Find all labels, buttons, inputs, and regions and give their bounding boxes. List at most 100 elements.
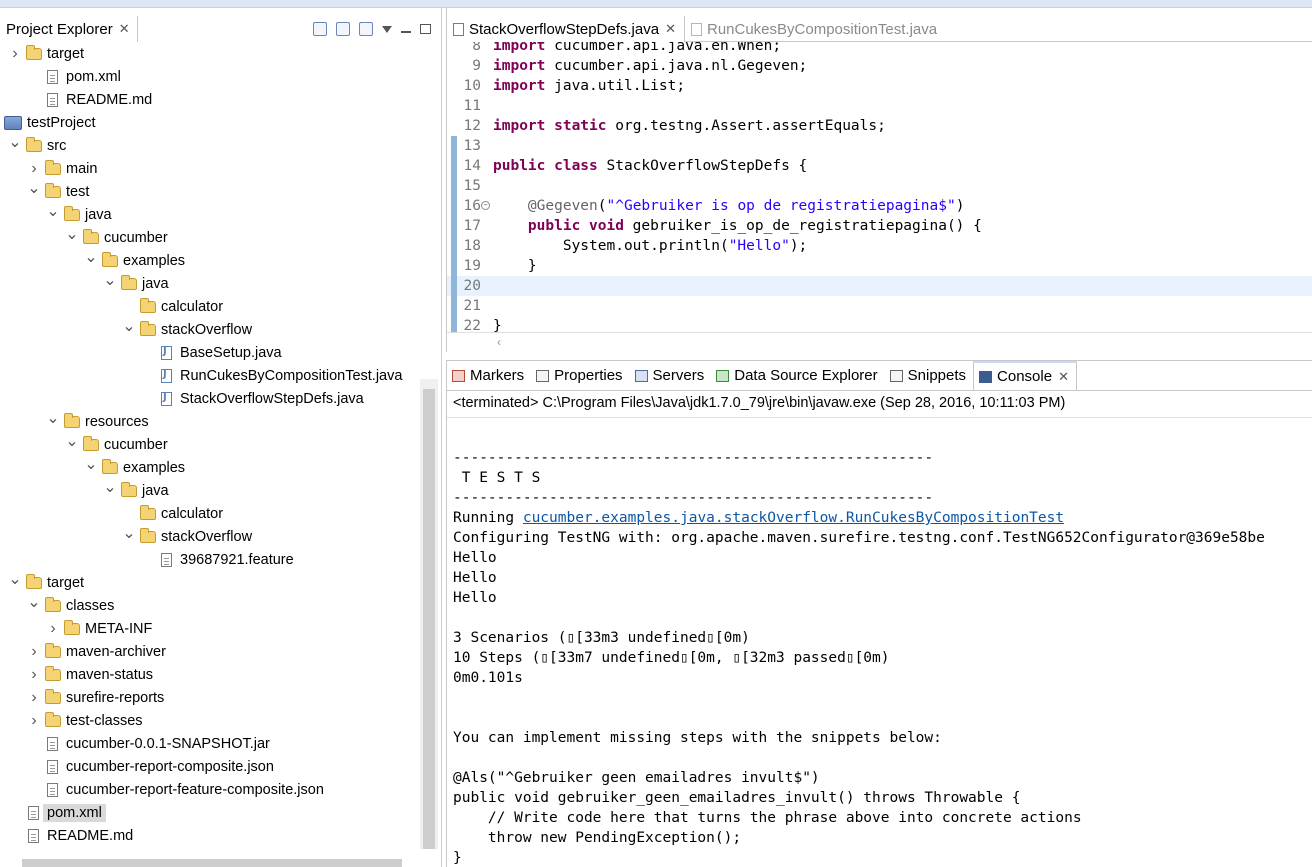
tree-item[interactable]: ⌄ cucumber <box>0 226 420 249</box>
tree-item[interactable]: ⌄ resources <box>0 410 420 433</box>
explorer-vertical-scrollbar[interactable] <box>420 379 438 849</box>
tree-item-label: stackOverflow <box>161 321 253 338</box>
folder-icon <box>64 205 80 221</box>
chevron-down-icon[interactable]: ⌄ <box>103 479 117 496</box>
code-area[interactable]: 8 import cucumber.api.java.en.When; 9 impor… <box>447 42 1312 332</box>
panel-tab-markers[interactable]: Markers <box>447 361 531 390</box>
file-icon <box>47 69 58 84</box>
chevron-down-icon[interactable]: ⌄ <box>46 410 60 427</box>
project-explorer-tab[interactable]: Project Explorer ✕ <box>0 16 138 42</box>
tree-item[interactable]: ⌄ stackOverflow <box>0 318 420 341</box>
tree-item[interactable]: ›calculator <box>0 502 420 525</box>
tree-item-label: cucumber <box>104 436 168 453</box>
tree-item[interactable]: ›calculator <box>0 295 420 318</box>
tree-item[interactable]: ›cucumber-report-feature-composite.json <box>0 778 420 801</box>
tree-item-label: META-INF <box>85 620 153 637</box>
tree-item[interactable]: ⌄ stackOverflow <box>0 525 420 548</box>
file-icon <box>47 736 58 751</box>
close-icon[interactable]: ✕ <box>665 21 676 37</box>
close-icon[interactable]: ✕ <box>1058 369 1069 385</box>
collapse-all-icon[interactable] <box>313 22 327 36</box>
tree-item[interactable]: › test-classes <box>0 709 420 732</box>
chevron-down-icon[interactable]: ⌄ <box>27 594 41 611</box>
explorer-horizontal-scrollbar[interactable] <box>22 859 402 867</box>
chevron-down-icon[interactable]: ⌄ <box>65 433 79 450</box>
chevron-right-icon[interactable]: › <box>8 45 22 62</box>
tree-item-label: 39687921.feature <box>180 551 294 568</box>
chevron-down-icon[interactable]: ⌄ <box>27 180 41 197</box>
change-marker <box>451 156 457 176</box>
tree-item[interactable]: ⌄ examples <box>0 456 420 479</box>
tree-item[interactable]: ›cucumber-report-composite.json <box>0 755 420 778</box>
folder-icon <box>26 573 42 589</box>
tree-item[interactable]: ⌄ cucumber <box>0 433 420 456</box>
tree-item[interactable]: ›39687921.feature <box>0 548 420 571</box>
editor-tab[interactable]: RunCukesByCompositionTest.java <box>685 16 945 42</box>
tree-item[interactable]: ›RunCukesByCompositionTest.java <box>0 364 420 387</box>
editor-tabs: StackOverflowStepDefs.java ✕ RunCukesByCom… <box>447 16 1312 42</box>
chevron-right-icon[interactable]: › <box>46 620 60 637</box>
minimize-icon[interactable] <box>401 31 411 33</box>
chevron-right-icon[interactable]: › <box>27 666 41 683</box>
chevron-down-icon[interactable]: ⌄ <box>84 456 98 473</box>
chevron-down-icon[interactable]: ⌄ <box>84 249 98 266</box>
view-menu-icon[interactable] <box>382 25 392 33</box>
tree-item[interactable]: ›pom.xml <box>0 65 420 88</box>
folder-icon <box>121 481 137 497</box>
chevron-down-icon[interactable]: ⌄ <box>103 272 117 289</box>
tree-item[interactable]: ⌄ java <box>0 203 420 226</box>
panel-tab-servers[interactable]: Servers <box>630 361 712 390</box>
change-marker <box>451 316 457 332</box>
test-class-link[interactable]: cucumber.examples.java.stackOverflow.Run… <box>523 510 1064 526</box>
editor-horizontal-scrollbar[interactable]: ‹ <box>447 332 1312 352</box>
chevron-down-icon[interactable]: ⌄ <box>122 318 136 335</box>
tree-item[interactable]: testProject <box>0 111 420 134</box>
tree-item[interactable]: ⌄ test <box>0 180 420 203</box>
tree-item[interactable]: ⌄ src <box>0 134 420 157</box>
tree-item[interactable]: ›pom.xml <box>0 801 420 824</box>
maximize-icon[interactable] <box>420 24 431 34</box>
chevron-right-icon[interactable]: › <box>27 712 41 729</box>
code-line: 21 <box>447 296 1312 316</box>
console-output[interactable]: ----------------------------------------… <box>447 417 1312 867</box>
panel-tab-console[interactable]: Console ✕ <box>973 361 1077 390</box>
change-marker <box>451 216 457 236</box>
chevron-down-icon[interactable]: ⌄ <box>122 525 136 542</box>
chevron-down-icon[interactable]: ⌄ <box>46 203 60 220</box>
tree-item[interactable]: › META-INF <box>0 617 420 640</box>
tree-item[interactable]: › maven-archiver <box>0 640 420 663</box>
chevron-down-icon[interactable]: ⌄ <box>65 226 79 243</box>
filter-icon[interactable] <box>359 22 373 36</box>
tree-item[interactable]: ⌄ examples <box>0 249 420 272</box>
panel-tab-properties[interactable]: Properties <box>531 361 629 390</box>
tree-item[interactable]: ⌄ target <box>0 571 420 594</box>
panel-tab-data-source-explorer[interactable]: Data Source Explorer <box>711 361 884 390</box>
scroll-thumb[interactable] <box>423 389 435 849</box>
panel-tab-snippets[interactable]: Snippets <box>885 361 973 390</box>
code-line: 13 <box>447 136 1312 156</box>
chevron-right-icon[interactable]: › <box>27 643 41 660</box>
tree-item[interactable]: › maven-status <box>0 663 420 686</box>
tree-item[interactable]: ›cucumber-0.0.1-SNAPSHOT.jar <box>0 732 420 755</box>
file-icon <box>47 759 58 774</box>
chevron-down-icon[interactable]: ⌄ <box>8 134 22 151</box>
tree-item[interactable]: › surefire-reports <box>0 686 420 709</box>
tree-item[interactable]: ›BaseSetup.java <box>0 341 420 364</box>
close-icon[interactable]: ✕ <box>119 21 130 37</box>
tree-item[interactable]: ›StackOverflowStepDefs.java <box>0 387 420 410</box>
tree-item[interactable]: ⌄ java <box>0 272 420 295</box>
tree-item[interactable]: › target <box>0 42 420 65</box>
chevron-down-icon[interactable]: ⌄ <box>8 571 22 588</box>
chevron-right-icon[interactable]: › <box>27 160 41 177</box>
java-file-icon <box>161 345 172 360</box>
chevron-right-icon[interactable]: › <box>27 689 41 706</box>
tree-item[interactable]: ⌄ classes <box>0 594 420 617</box>
tree-item[interactable]: ›README.md <box>0 824 420 847</box>
editor-tab[interactable]: StackOverflowStepDefs.java ✕ <box>447 16 685 42</box>
tree-item[interactable]: ›README.md <box>0 88 420 111</box>
tree-item[interactable]: ⌄ java <box>0 479 420 502</box>
link-with-editor-icon[interactable] <box>336 22 350 36</box>
tree-item[interactable]: › main <box>0 157 420 180</box>
fold-icon[interactable]: − <box>481 201 490 210</box>
code-line: 20 <box>447 276 1312 296</box>
